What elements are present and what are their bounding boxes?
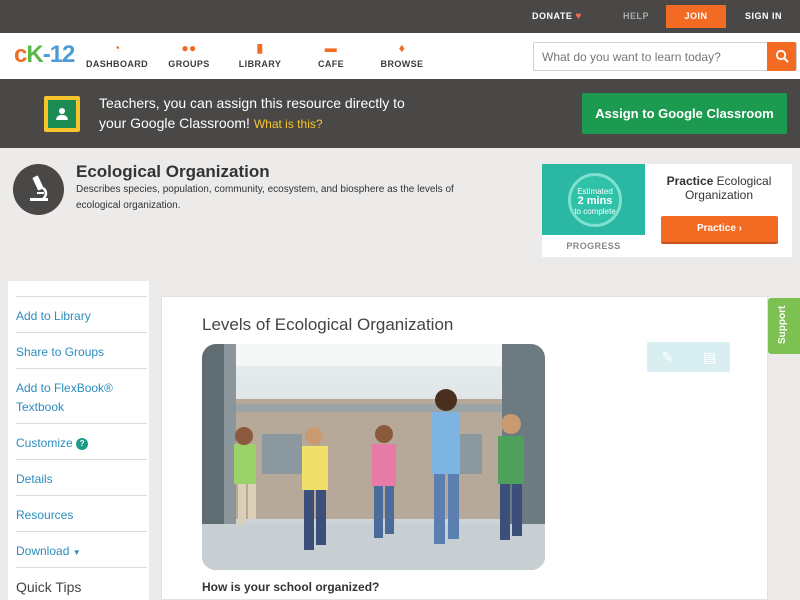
sidebar-item-download[interactable]: Download ▼ bbox=[16, 531, 147, 562]
article-tools: ✎ ▤ bbox=[647, 342, 730, 372]
ck12-logo[interactable]: cK-12 bbox=[14, 41, 76, 69]
nav-browse[interactable]: ♦ BROWSE bbox=[367, 40, 437, 69]
nav-library[interactable]: ▮ LIBRARY bbox=[225, 40, 295, 69]
sidebar-item-customize[interactable]: Customize ? bbox=[16, 423, 147, 453]
banner-line-1: Teachers, you can assign this resource d… bbox=[99, 95, 405, 111]
article-question: How is your school organized? bbox=[202, 580, 380, 594]
notes-icon[interactable]: ▤ bbox=[689, 342, 730, 372]
google-classroom-icon bbox=[44, 96, 80, 132]
sidebar-item-resources[interactable]: Resources bbox=[16, 495, 147, 525]
logo-c: c bbox=[14, 41, 27, 68]
to-complete-label: to complete bbox=[574, 207, 616, 216]
concept-title: Ecological Organization bbox=[76, 162, 270, 181]
estimated-minutes: 2 mins bbox=[577, 195, 613, 207]
caret-down-icon: ▼ bbox=[72, 548, 81, 557]
cafe-icon: ▬ bbox=[324, 41, 338, 55]
nav-browse-label: BROWSE bbox=[380, 59, 424, 69]
support-label: Support bbox=[777, 305, 788, 344]
nav-cafe[interactable]: ▬ CAFE bbox=[296, 40, 366, 69]
nav-dashboard-label: DASHBOARD bbox=[85, 59, 149, 69]
search-icon bbox=[775, 49, 789, 63]
main-nav: cK-12 ◔ DASHBOARD ●● GROUPS ▮ LIBRARY ▬ … bbox=[0, 33, 800, 79]
practice-heading-bold: Practice bbox=[666, 174, 714, 188]
assign-google-classroom-button[interactable]: Assign to Google Classroom bbox=[582, 93, 787, 134]
download-label: Download bbox=[16, 544, 70, 558]
practice-card: Estimated 2 mins to complete PROGRESS Pr… bbox=[542, 164, 792, 257]
article-title: Levels of Ecological Organization bbox=[202, 315, 454, 334]
practice-heading: Practice Ecological Organization bbox=[654, 174, 784, 202]
practice-button-label: Practice bbox=[696, 223, 736, 234]
customize-label: Customize bbox=[16, 436, 73, 450]
top-bar: DONATE ♥ HELP JOIN SIGN IN bbox=[0, 0, 800, 33]
sidebar-item-share-to-groups[interactable]: Share to Groups bbox=[16, 332, 147, 362]
browse-icon: ♦ bbox=[398, 41, 406, 55]
progress-label: PROGRESS bbox=[566, 241, 621, 251]
help-link[interactable]: HELP bbox=[623, 0, 649, 33]
nav-cafe-label: CAFE bbox=[317, 59, 345, 69]
help-icon[interactable]: ? bbox=[76, 438, 89, 450]
heart-icon: ♥ bbox=[575, 11, 582, 22]
logo-12: -12 bbox=[42, 41, 76, 68]
practice-progress-image: Estimated 2 mins to complete bbox=[542, 164, 645, 235]
practice-button[interactable]: Practice › bbox=[661, 216, 778, 244]
nav-library-label: LIBRARY bbox=[238, 59, 282, 69]
microscope-icon bbox=[13, 164, 64, 215]
estimated-time-badge: Estimated 2 mins to complete bbox=[568, 173, 622, 227]
sidebar-item-details[interactable]: Details bbox=[16, 459, 147, 489]
sidebar-item-add-to-library[interactable]: Add to Library bbox=[16, 296, 147, 326]
support-tab[interactable]: Support bbox=[768, 298, 800, 354]
sign-in-link[interactable]: SIGN IN bbox=[745, 0, 782, 33]
nav-groups-label: GROUPS bbox=[168, 59, 210, 69]
nav-groups[interactable]: ●● GROUPS bbox=[154, 40, 224, 69]
donate-link[interactable]: DONATE ♥ bbox=[532, 0, 582, 33]
sidebar-item-quick-tips[interactable]: Quick Tips bbox=[16, 567, 147, 597]
groups-icon: ●● bbox=[181, 41, 197, 55]
banner-line-2: your Google Classroom! bbox=[99, 115, 250, 131]
logo-k: K bbox=[26, 41, 43, 68]
search-button[interactable] bbox=[767, 42, 796, 71]
library-icon: ▮ bbox=[256, 41, 264, 55]
search-input[interactable] bbox=[534, 43, 768, 70]
donate-label: DONATE bbox=[532, 11, 573, 21]
concept-description: Describes species, population, community… bbox=[76, 184, 454, 211]
nav-dashboard[interactable]: ◔ DASHBOARD bbox=[82, 40, 152, 69]
search-box bbox=[533, 42, 797, 71]
left-sidebar: Add to Library Share to Groups Add to Fl… bbox=[8, 281, 149, 600]
join-button[interactable]: JOIN bbox=[666, 5, 726, 28]
sidebar-item-add-to-flexbook[interactable]: Add to FlexBook® Textbook bbox=[16, 368, 147, 417]
banner-text: Teachers, you can assign this resource d… bbox=[99, 93, 459, 134]
dashboard-icon: ◔ bbox=[113, 41, 121, 55]
chevron-right-icon: › bbox=[738, 223, 743, 234]
pencil-icon[interactable]: ✎ bbox=[647, 342, 688, 372]
students-running-image bbox=[202, 344, 545, 570]
what-is-this-link[interactable]: What is this? bbox=[254, 117, 323, 131]
